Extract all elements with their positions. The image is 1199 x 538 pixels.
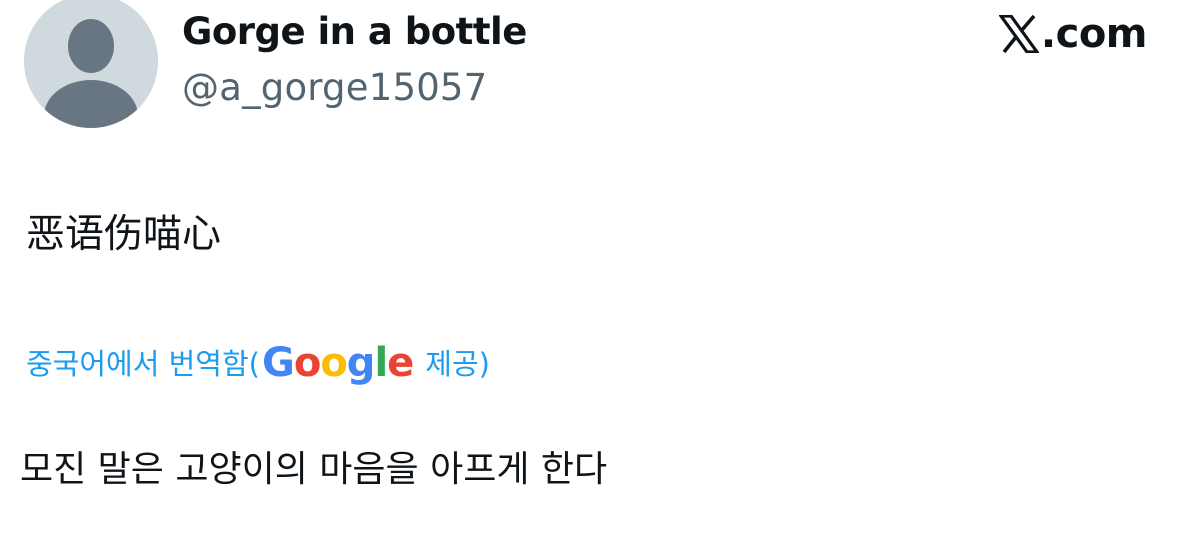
google-letter: e bbox=[387, 340, 414, 386]
author-handle[interactable]: @a_gorge15057 bbox=[182, 66, 487, 109]
google-letter: g bbox=[346, 340, 376, 386]
translation-suffix: 제공) bbox=[425, 347, 490, 381]
avatar[interactable] bbox=[24, 0, 158, 128]
translation-attribution[interactable]: 중국어에서 번역함( G o o g l e 제공) bbox=[26, 340, 490, 386]
x-brand: .com bbox=[998, 10, 1148, 58]
google-letter: G bbox=[261, 340, 295, 386]
google-letter: o bbox=[320, 340, 348, 386]
x-brand-text: .com bbox=[1040, 11, 1148, 57]
x-logo-icon bbox=[998, 15, 1039, 53]
tweet-text: 恶语伤喵心 bbox=[26, 212, 222, 257]
author-display-name[interactable]: Gorge in a bottle bbox=[182, 10, 527, 53]
google-letter: o bbox=[293, 340, 322, 386]
translated-tweet-text: 모진 말은 고양이의 마음을 아프게 한다 bbox=[20, 449, 608, 490]
translation-prefix: 중국어에서 번역함( bbox=[26, 347, 260, 381]
default-avatar-icon bbox=[24, 0, 158, 128]
google-logo: G o o g l e bbox=[261, 340, 414, 386]
google-letter: l bbox=[374, 340, 388, 386]
